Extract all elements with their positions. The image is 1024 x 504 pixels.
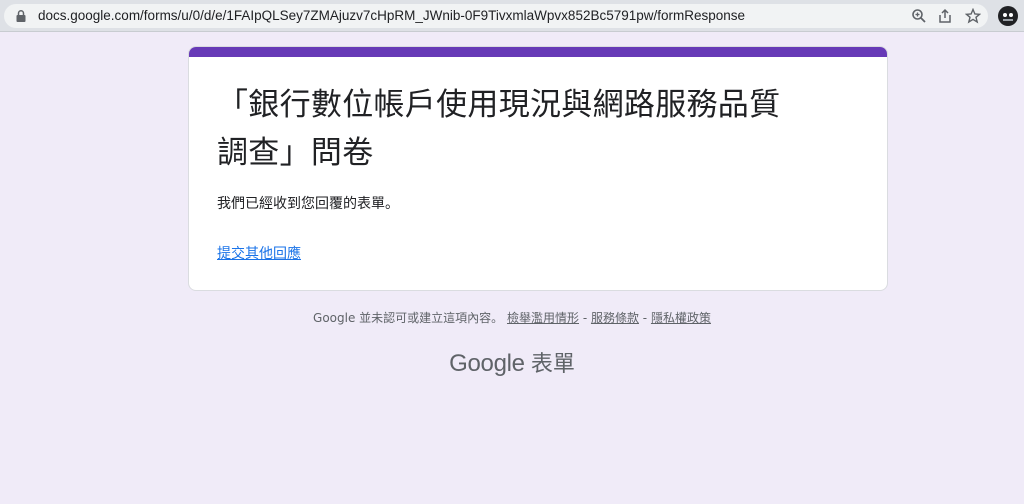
form-confirmation-card: 「銀行數位帳戶使用現況與網路服務品質 調查」問卷 我們已經收到您回覆的表單。 提…	[188, 46, 888, 291]
card-accent-bar	[189, 47, 887, 57]
lock-icon[interactable]	[14, 9, 28, 23]
confirmation-message: 我們已經收到您回覆的表單。	[217, 196, 399, 212]
form-title-line-1: 「銀行數位帳戶使用現況與網路服務品質	[217, 87, 781, 123]
footer-separator: -	[579, 311, 591, 325]
zoom-icon[interactable]	[910, 7, 928, 25]
brand-google: Google	[449, 350, 525, 377]
form-title: 「銀行數位帳戶使用現況與網路服務品質 調查」問卷	[217, 81, 867, 177]
form-title-line-2: 調查」問卷	[217, 135, 374, 171]
brand-forms: 表單	[530, 351, 575, 376]
url-text[interactable]: docs.google.com/forms/u/0/d/e/1FAIpQLSey…	[38, 8, 745, 23]
privacy-link[interactable]: 隱私權政策	[651, 311, 711, 325]
report-abuse-link[interactable]: 檢舉濫用情形	[507, 311, 579, 325]
browser-toolbar: docs.google.com/forms/u/0/d/e/1FAIpQLSey…	[0, 0, 1024, 32]
disclaimer-text: Google 並未認可或建立這項內容。	[313, 311, 504, 325]
terms-link[interactable]: 服務條款	[591, 311, 639, 325]
star-icon[interactable]	[964, 7, 982, 25]
google-forms-logo[interactable]: Google 表單	[0, 346, 1024, 378]
profile-icon[interactable]	[998, 6, 1018, 26]
submit-another-response-link[interactable]: 提交其他回應	[217, 243, 301, 263]
footer-separator: -	[638, 311, 651, 325]
address-bar[interactable]: docs.google.com/forms/u/0/d/e/1FAIpQLSey…	[4, 4, 988, 28]
footer-disclaimer: Google 並未認可或建立這項內容。 檢舉濫用情形 - 服務條款 - 隱私權政…	[0, 309, 1024, 326]
share-icon[interactable]	[936, 7, 954, 25]
